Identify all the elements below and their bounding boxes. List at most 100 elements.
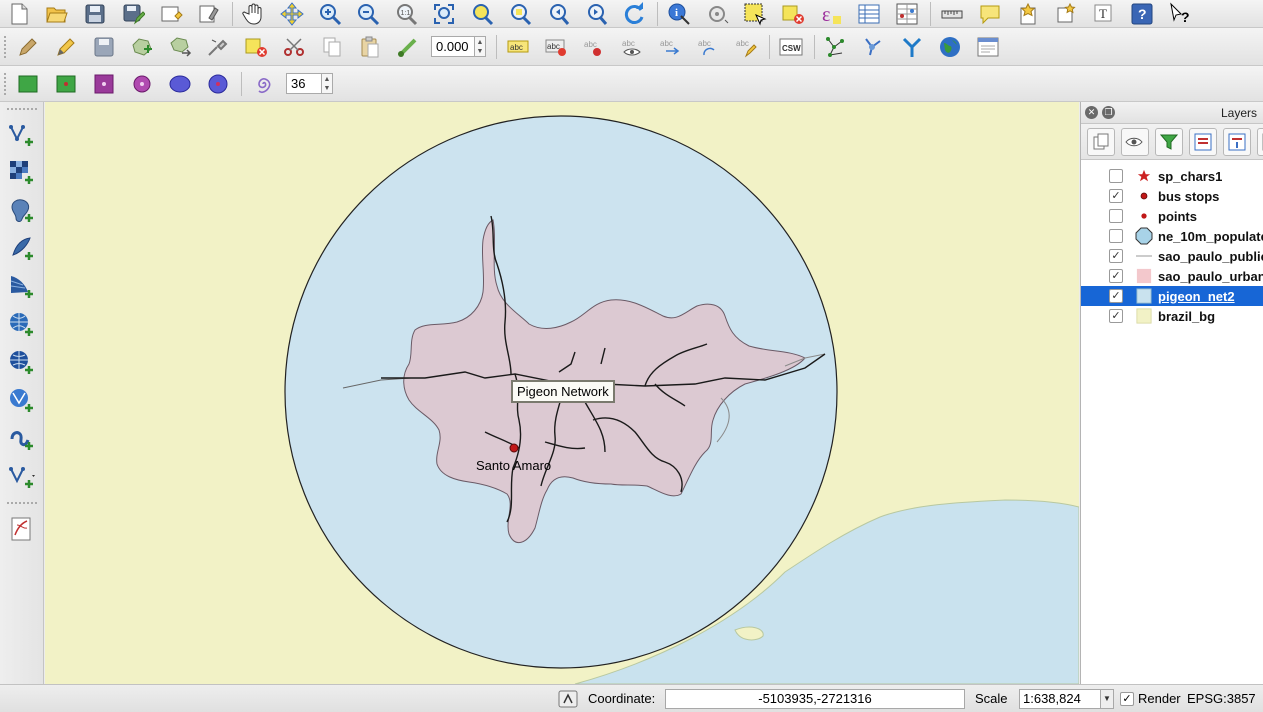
new-project-icon[interactable] xyxy=(4,0,34,28)
move-feature-icon[interactable] xyxy=(165,33,195,61)
add-group-icon[interactable] xyxy=(1087,127,1115,156)
pin-labels-icon[interactable]: abc xyxy=(579,33,609,61)
render-checkbox[interactable]: ✓ xyxy=(1120,692,1134,706)
toggle-extents-icon[interactable] xyxy=(558,690,578,708)
layer-row-bus-stops[interactable]: ✓ bus stops xyxy=(1081,186,1263,206)
new-print-composer-icon[interactable] xyxy=(156,0,186,28)
toolbar-grip[interactable] xyxy=(6,108,37,112)
zoom-last-icon[interactable] xyxy=(543,0,573,28)
csw-icon[interactable]: CSW xyxy=(776,33,806,61)
paste-features-icon[interactable] xyxy=(355,33,385,61)
layer-row-sp-chars1[interactable]: sp_chars1 xyxy=(1081,166,1263,186)
rotate-label-icon[interactable]: abc xyxy=(693,33,723,61)
spiral-icon[interactable] xyxy=(248,70,278,98)
toolbar-grip[interactable] xyxy=(6,502,37,506)
node-tool-icon[interactable] xyxy=(203,33,233,61)
road-graph-icon[interactable] xyxy=(897,33,927,61)
layer-row-ne-10m-populated[interactable]: ne_10m_populated xyxy=(1081,226,1263,246)
float-panel-icon[interactable]: ❐ xyxy=(1102,106,1115,119)
zoom-full-icon[interactable] xyxy=(429,0,459,28)
add-wcs-layer-icon[interactable] xyxy=(0,344,44,382)
rotation-input[interactable] xyxy=(431,36,475,57)
metasearch-icon[interactable] xyxy=(973,33,1003,61)
save-as-icon[interactable] xyxy=(118,0,148,28)
add-postgis-layer-icon[interactable] xyxy=(0,192,44,230)
save-project-icon[interactable] xyxy=(80,0,110,28)
crs-status-button[interactable]: EPSG:3857 xyxy=(1187,691,1256,706)
save-edits-icon[interactable] xyxy=(89,33,119,61)
layer-visibility-checkbox[interactable]: ✓ xyxy=(1109,289,1123,303)
layer-row-brazil-bg[interactable]: ✓ brazil_bg xyxy=(1081,306,1263,326)
expand-all-icon[interactable] xyxy=(1189,127,1217,156)
add-wfs-layer-icon[interactable] xyxy=(0,382,44,420)
add-delimited-text-icon[interactable] xyxy=(0,420,44,458)
show-hide-labels-icon[interactable]: abc xyxy=(617,33,647,61)
rectangle-from-extent-icon[interactable] xyxy=(13,70,43,98)
open-project-icon[interactable] xyxy=(42,0,72,28)
georeferencer-icon[interactable] xyxy=(859,33,889,61)
add-raster-layer-icon[interactable] xyxy=(0,154,44,192)
collapse-all-icon[interactable] xyxy=(1223,127,1251,156)
rotation-stepper[interactable]: ▲ ▼ xyxy=(475,36,486,57)
scale-combobox[interactable]: 1:638,824 ▼ xyxy=(1019,689,1114,709)
zoom-next-icon[interactable] xyxy=(581,0,611,28)
close-panel-icon[interactable]: ✕ xyxy=(1085,106,1098,119)
pan-icon[interactable] xyxy=(239,0,269,28)
select-by-rectangle-icon[interactable] xyxy=(740,0,770,28)
zoom-to-layer-icon[interactable] xyxy=(467,0,497,28)
layer-visibility-checkbox[interactable]: ✓ xyxy=(1109,309,1123,323)
remove-layer-icon[interactable] xyxy=(1257,127,1263,156)
topology-checker-icon[interactable] xyxy=(821,33,851,61)
globe-icon[interactable] xyxy=(935,33,965,61)
ellipse-icon[interactable] xyxy=(165,70,195,98)
add-vector-layer-icon[interactable] xyxy=(0,116,44,154)
toggle-editing-icon[interactable] xyxy=(51,33,81,61)
toolbar-grip[interactable] xyxy=(4,72,9,95)
text-annotation-icon[interactable]: T xyxy=(1089,0,1119,28)
chevron-down-icon[interactable]: ▼ xyxy=(1100,690,1113,708)
change-label-icon[interactable]: abc xyxy=(731,33,761,61)
map-canvas[interactable]: Pigeon Network Santo Amaro xyxy=(45,102,1079,684)
segments-spinbox[interactable]: ▲▼ xyxy=(286,73,333,94)
layer-row-sao-paulo-urban[interactable]: ✓ sao_paulo_urban xyxy=(1081,266,1263,286)
manage-visibility-icon[interactable] xyxy=(1121,127,1149,156)
layer-visibility-checkbox[interactable]: ✓ xyxy=(1109,189,1123,203)
filter-legend-icon[interactable] xyxy=(1155,127,1183,156)
layer-visibility-checkbox[interactable]: ✓ xyxy=(1109,249,1123,263)
new-shapefile-layer-icon[interactable] xyxy=(0,458,44,496)
measure-icon[interactable] xyxy=(937,0,967,28)
label-highlight-icon[interactable]: abc xyxy=(541,33,571,61)
identify-icon[interactable]: i xyxy=(664,0,694,28)
santo-amaro-point[interactable] xyxy=(509,443,519,453)
composer-manager-icon[interactable] xyxy=(194,0,224,28)
rectangle-from-center-icon[interactable] xyxy=(51,70,81,98)
circle-from-center-icon[interactable] xyxy=(127,70,157,98)
zoom-in-icon[interactable] xyxy=(315,0,345,28)
pan-to-selection-icon[interactable] xyxy=(277,0,307,28)
map-tips-icon[interactable] xyxy=(975,0,1005,28)
show-bookmarks-icon[interactable] xyxy=(1051,0,1081,28)
add-wms-layer-icon[interactable] xyxy=(0,306,44,344)
field-calculator-icon[interactable] xyxy=(892,0,922,28)
segments-stepper[interactable]: ▲ ▼ xyxy=(322,73,333,94)
polygon-icon[interactable] xyxy=(203,70,233,98)
rotate-point-symbols-icon[interactable] xyxy=(393,33,423,61)
add-feature-icon[interactable] xyxy=(127,33,157,61)
cut-features-icon[interactable] xyxy=(279,33,309,61)
attribute-table-icon[interactable] xyxy=(854,0,884,28)
new-bookmark-icon[interactable] xyxy=(1013,0,1043,28)
deselect-icon[interactable] xyxy=(778,0,808,28)
move-label-icon[interactable]: abc xyxy=(655,33,685,61)
copy-features-icon[interactable] xyxy=(317,33,347,61)
select-features-icon[interactable] xyxy=(702,0,732,28)
expression-select-icon[interactable]: ε xyxy=(816,0,846,28)
refresh-icon[interactable] xyxy=(619,0,649,28)
layer-row-points[interactable]: points xyxy=(1081,206,1263,226)
coordinate-field[interactable]: -5103935,-2721316 xyxy=(665,689,965,709)
segments-input[interactable] xyxy=(286,73,322,94)
layer-row-sao-paulo-public[interactable]: ✓ sao_paulo_public xyxy=(1081,246,1263,266)
layer-visibility-checkbox[interactable] xyxy=(1109,209,1123,223)
add-spatialite-layer-icon[interactable] xyxy=(0,230,44,268)
gps-tools-icon[interactable] xyxy=(0,510,44,548)
current-edits-icon[interactable] xyxy=(13,33,43,61)
